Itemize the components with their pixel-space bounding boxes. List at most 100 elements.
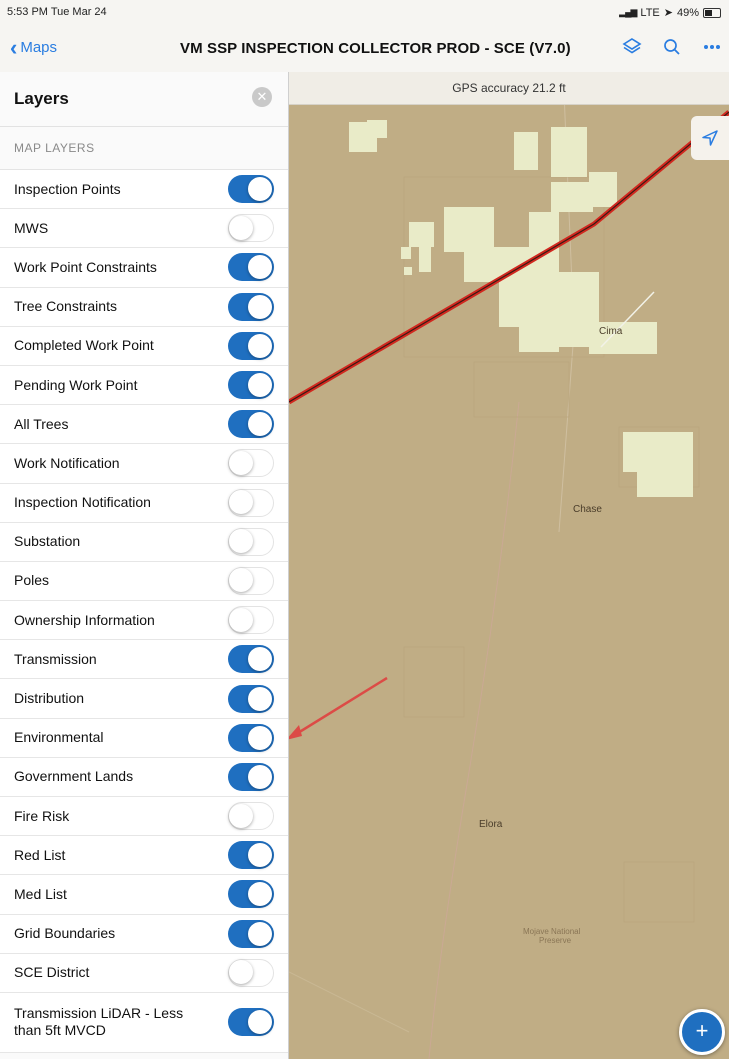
toggle-knob [248,921,272,946]
layer-label: Grid Boundaries [14,925,116,942]
toggle-knob [229,490,253,515]
status-bar: 5:53 PM Tue Mar 24 ▂▄▆ LTE ➤ 49% [0,0,729,26]
layer-row: Ownership Information [0,601,288,641]
nav-bar: ‹ Maps VM SSP INSPECTION COLLECTOR PROD … [0,26,729,73]
search-icon [664,39,680,55]
place-label-elora: Elora [479,819,503,830]
layers-button[interactable] [621,36,643,58]
toggle-knob [248,1010,272,1035]
battery-label: 49% [676,6,699,19]
toggle-knob [229,450,253,475]
layer-row: Grid Boundaries [0,914,288,954]
toggle-knob [229,529,253,554]
nav-actions [621,36,723,58]
layer-label: SCE District [14,964,90,981]
layer-toggle[interactable] [228,214,274,243]
layer-row: Government Lands [0,757,288,797]
layer-row: Inspection Notification [0,483,288,523]
location-arrow-icon: ➤ [663,7,673,19]
layer-toggle[interactable] [228,606,274,635]
place-label-preserve: Preserve [539,936,572,945]
layer-label: All Trees [14,415,69,432]
plus-icon: + [695,1018,709,1043]
search-button[interactable] [661,36,683,58]
layer-row: Substation [0,522,288,562]
layer-toggle[interactable] [228,841,274,870]
more-button[interactable] [701,36,723,58]
layer-row: Environmental [0,718,288,758]
layer-row: Completed Work Point [0,326,288,366]
layer-row: Tree Constraints [0,287,288,327]
layers-panel: Layers ✕ MAP LAYERS Inspection Points MWS… [0,72,289,1059]
layer-toggle[interactable] [228,292,274,321]
toggle-knob [248,373,272,398]
place-label-mojave: Mojave National [523,927,581,936]
layer-toggle[interactable] [228,253,274,282]
toggle-knob [248,412,272,437]
layer-row: Work Point Constraints [0,248,288,288]
layer-toggle[interactable] [228,919,274,948]
layer-toggle[interactable] [228,331,274,360]
close-icon: ✕ [256,89,268,104]
layer-label: Red List [14,846,66,863]
layer-toggle[interactable] [228,723,274,752]
toggle-knob [248,843,272,868]
layer-label: Fire Risk [14,807,70,824]
layer-toggle[interactable] [228,488,274,517]
layer-toggle[interactable] [228,175,274,204]
toggle-knob [248,255,272,280]
toggle-knob [229,215,253,240]
layer-label: Work Notification [14,454,120,471]
layer-row: Red List [0,836,288,876]
toggle-knob [248,333,272,358]
layer-row: Pending Work Point [0,365,288,406]
layer-toggle[interactable] [228,1008,274,1037]
layer-label: Work Point Constraints [14,258,157,275]
toggle-knob [229,960,253,985]
layer-toggle[interactable] [228,645,274,674]
page-title: VM SSP INSPECTION COLLECTOR PROD - SCE (… [180,40,571,57]
layer-row: MWS [0,209,288,249]
battery-icon [703,7,721,18]
layer-label: Ownership Information [14,611,155,628]
layer-label: Transmission [14,650,97,667]
locate-button[interactable] [691,116,729,160]
close-button[interactable]: ✕ [252,87,272,107]
layer-toggle[interactable] [228,880,274,909]
layer-toggle[interactable] [228,802,274,831]
place-label-chase: Chase [573,504,602,515]
add-feature-button[interactable]: + [679,1009,725,1055]
toggle-knob [248,764,272,789]
layer-row: Work Notification [0,444,288,484]
toggle-knob [248,647,272,672]
layer-toggle[interactable] [228,527,274,556]
layer-toggle[interactable] [228,371,274,400]
layer-label: Transmission LiDAR - Less than 5ft MVCD [14,1005,184,1039]
panel-header: Layers ✕ [0,72,288,127]
layer-toggle[interactable] [228,566,274,595]
layer-label: MWS [14,219,49,236]
layer-toggle[interactable] [228,410,274,439]
layer-label: Environmental [14,729,104,746]
toggle-knob [229,803,253,828]
layer-toggle[interactable] [228,449,274,478]
section-label: MAP LAYERS [0,127,288,170]
map-view[interactable]: GPS accuracy 21.2 ft Cima Chase Elora Mo… [289,72,729,1059]
layer-toggle[interactable] [228,684,274,713]
back-button[interactable]: ‹ Maps [10,36,57,58]
layer-label: Med List [14,885,67,902]
toggle-knob [248,177,272,202]
toggle-knob [229,568,253,593]
more-icon [704,45,720,49]
location-arrow-icon [702,130,718,146]
toggle-knob [248,882,272,907]
place-label-cima: Cima [599,326,623,337]
layer-toggle[interactable] [228,762,274,791]
status-time: 5:53 PM Tue Mar 24 [7,6,107,18]
layer-row: SCE District [0,953,288,993]
layer-label: Completed Work Point [14,337,154,354]
layer-toggle[interactable] [228,958,274,987]
map-canvas [289,72,729,1059]
signal-icon: ▂▄▆ [619,7,637,17]
layer-row: Distribution [0,679,288,719]
